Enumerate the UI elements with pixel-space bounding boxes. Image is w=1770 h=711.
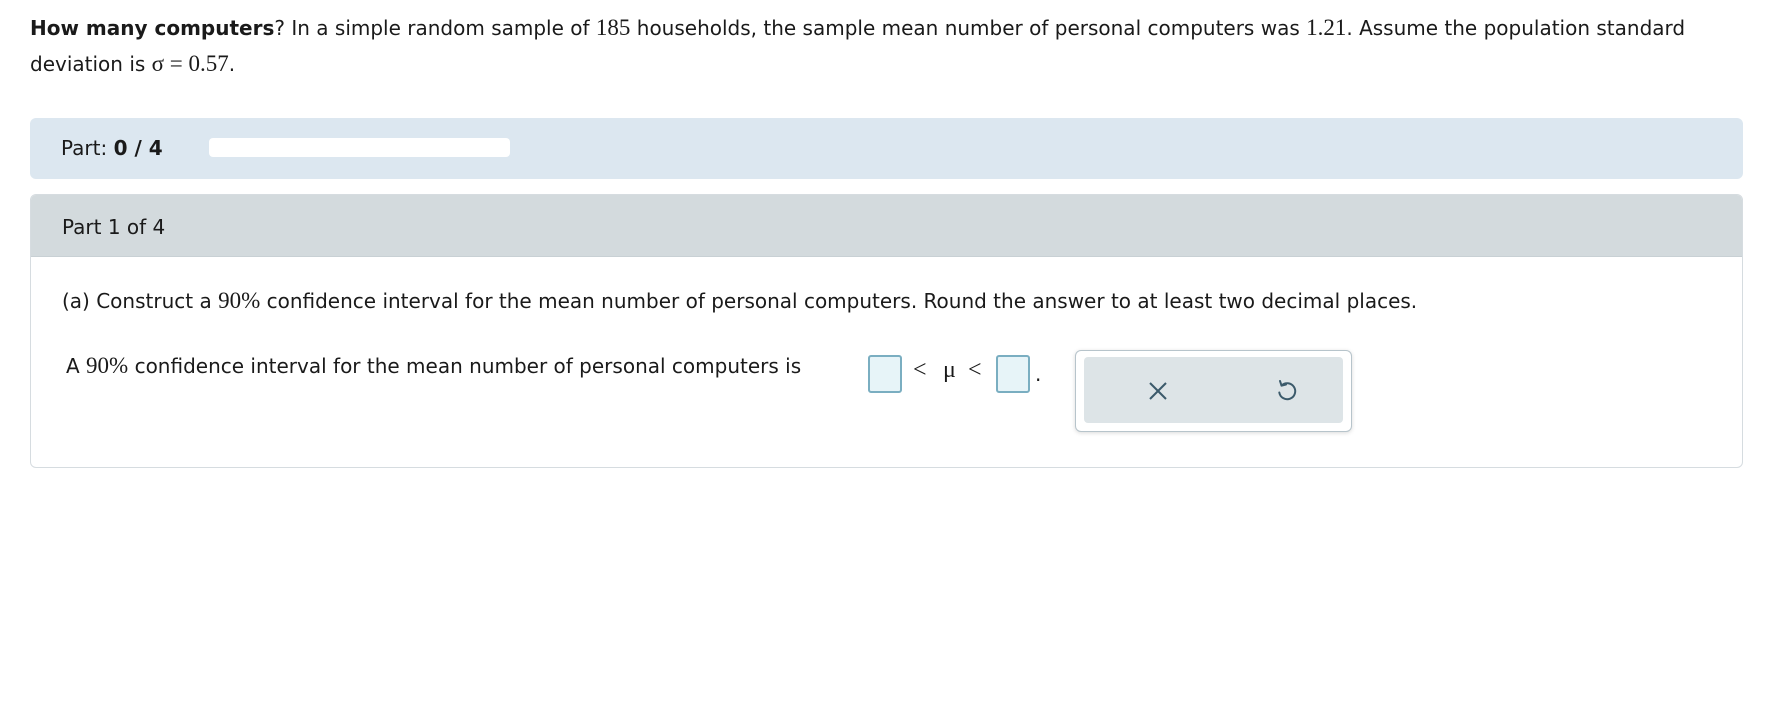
part-progress-bar: Part: 0 / 4 <box>30 118 1743 179</box>
undo-icon <box>1278 380 1297 401</box>
confidence-level: 90% <box>86 353 129 378</box>
clear-answer-button[interactable] <box>1140 373 1176 409</box>
undo-button[interactable] <box>1269 373 1305 409</box>
sentence-period: . <box>1035 362 1042 386</box>
less-than-symbol: < <box>913 357 927 383</box>
mu-symbol: μ <box>943 357 956 383</box>
sample-mean: 1.21 <box>1306 15 1347 40</box>
problem-text: ? In a simple random sample of <box>274 16 596 40</box>
part-progress-value: 0 / 4 <box>113 136 163 160</box>
part-progress-label: Part: 0 / 4 <box>61 136 163 160</box>
part-header-title: Part 1 of 4 <box>62 215 166 239</box>
problem-title: How many computers <box>30 16 275 40</box>
answer-prompt: A 90% confidence interval for the mean n… <box>66 353 802 378</box>
problem-statement: How many computers? In a simple random s… <box>30 10 1730 82</box>
sample-size: 185 <box>595 15 631 40</box>
progress-track <box>209 138 510 157</box>
question-text: (a) Construct a 90% confidence interval … <box>62 288 1418 313</box>
problem-text: . <box>228 52 236 76</box>
less-than-symbol: < <box>968 357 982 383</box>
upper-bound-input[interactable] <box>996 355 1030 393</box>
answer-tools-panel <box>1075 350 1352 432</box>
part-card: Part 1 of 4 (a) Construct a 90% confiden… <box>30 194 1743 468</box>
population-sd: σ = 0.57 <box>151 51 229 76</box>
confidence-level: 90% <box>218 288 261 313</box>
answer-tools <box>1084 357 1343 423</box>
lower-bound-input[interactable] <box>868 355 902 393</box>
part-header: Part 1 of 4 <box>31 195 1742 257</box>
problem-text: households, the sample mean number of pe… <box>630 16 1307 40</box>
close-icon <box>1149 382 1167 400</box>
